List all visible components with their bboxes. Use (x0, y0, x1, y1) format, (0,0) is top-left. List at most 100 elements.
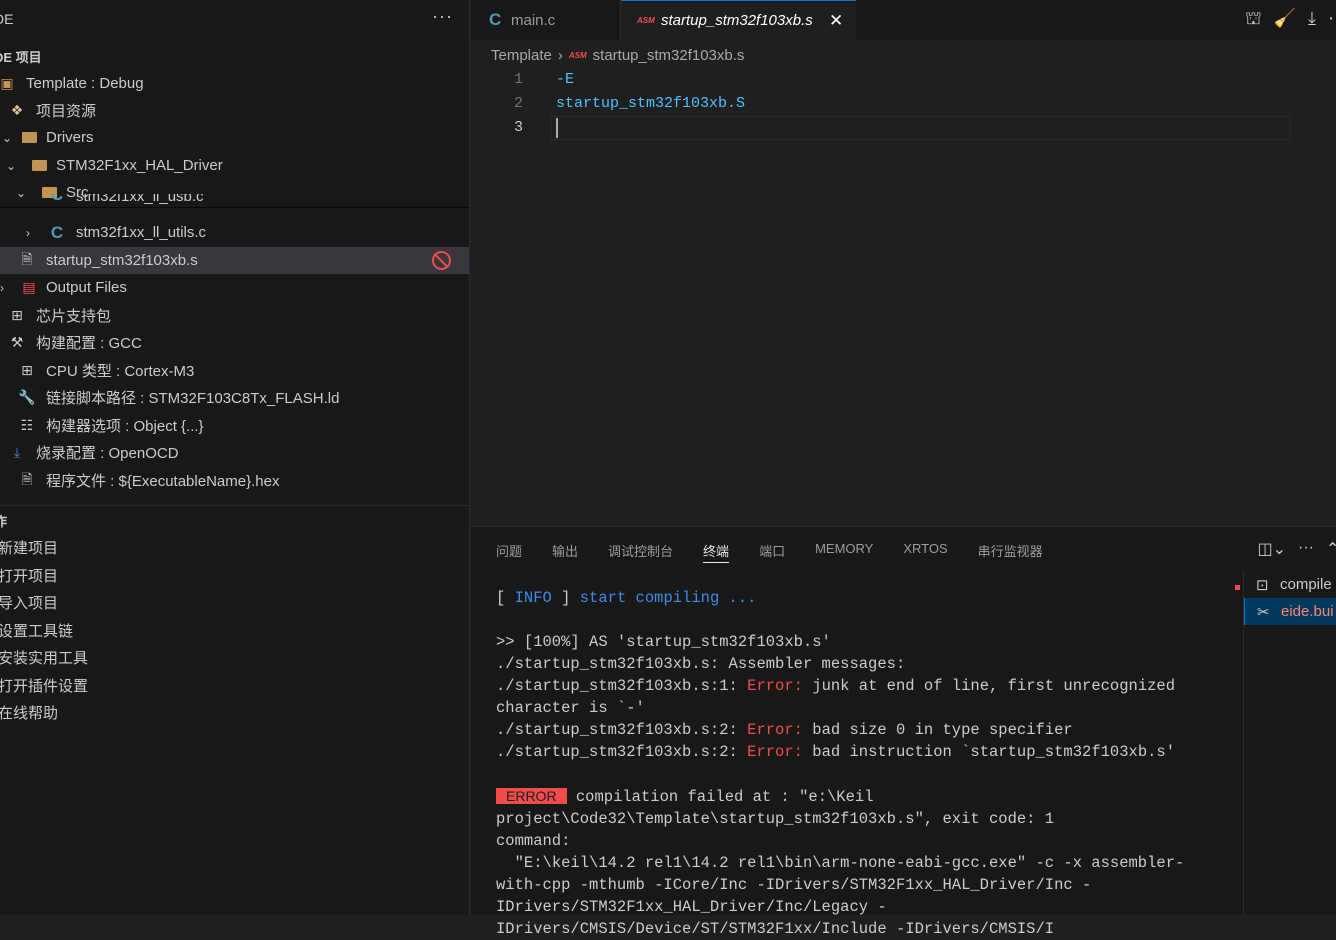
tree-item-output-files[interactable]: › ▤ Output Files (0, 274, 469, 301)
tree-item-ll-usb[interactable]: C stm32f1xx_ll_usb.c (0, 194, 469, 208)
tree-item-startup-asm[interactable]: 🗎 startup_stm32f103xb.s (0, 247, 469, 274)
output-files-icon: ▤ (22, 279, 36, 295)
tab-output[interactable]: 输出 (552, 541, 578, 563)
tab-terminal[interactable]: 终端 (703, 541, 730, 563)
tree-item-build-config[interactable]: ⚒ 构建配置 : GCC (0, 329, 469, 356)
project-section-title[interactable]: DE 项目 (0, 47, 42, 66)
more-icon[interactable]: ⋯ (1328, 8, 1336, 32)
chevron-down-icon: ⌄ (2, 130, 13, 145)
line-number: 3 (513, 119, 523, 136)
op-online-help[interactable]: 在线帮助 (0, 702, 58, 723)
asm-file-icon: ASM (637, 16, 655, 25)
op-open-plugin-settings[interactable]: 打开插件设置 (0, 675, 88, 696)
folder-icon (30, 157, 48, 175)
chevron-up-icon[interactable]: ⌃ (1326, 539, 1336, 559)
error-message: bad instruction `startup_stm32f103xb.s' (802, 743, 1176, 761)
tree-item-drivers[interactable]: ⌄ Drivers (0, 124, 469, 151)
build-icon[interactable]: ⛫ (1245, 8, 1262, 32)
error-message: bad size 0 in type specifier (802, 721, 1073, 739)
wrench-icon: 🔧 (18, 389, 36, 405)
op-open-project[interactable]: 打开项目 (0, 565, 58, 586)
terminal-item-compile[interactable]: ⊡ compile (1244, 571, 1336, 598)
text-cursor (556, 118, 558, 138)
folder-icon (20, 129, 38, 147)
tree-item-label: Template : Debug (26, 75, 144, 92)
tree-item-linker-script[interactable]: 🔧 链接脚本路径 : STM32F103C8Tx_FLASH.ld (0, 384, 469, 411)
excluded-icon[interactable] (432, 251, 451, 270)
error-location: ./startup_stm32f103xb.s:1: (496, 677, 748, 695)
op-set-toolchain[interactable]: 设置工具链 (0, 620, 73, 641)
editor-area: C main.c ASM startup_stm32f103xb.s ✕ ⛫ 🧹… (471, 0, 1336, 525)
operations-section-title[interactable]: 作 (0, 511, 7, 530)
breadcrumb-item[interactable]: Template (491, 47, 552, 64)
breadcrumb-item[interactable]: startup_stm32f103xb.s (593, 47, 745, 64)
asm-file-icon: 🗎 (21, 250, 33, 267)
op-new-project[interactable]: 新建项目 (0, 537, 58, 558)
tab-xrtos[interactable]: XRTOS (903, 541, 947, 563)
tab-serial-monitor[interactable]: 串行监视器 (978, 541, 1043, 563)
line-text: -E (556, 71, 575, 88)
tree-item-label: Output Files (46, 279, 127, 296)
tree-item-label: Drivers (46, 129, 94, 146)
tab-debug-console[interactable]: 调试控制台 (608, 541, 673, 563)
tab-main-c[interactable]: C main.c (471, 0, 621, 40)
more-actions-icon[interactable]: ··· (432, 6, 453, 27)
terminal-item-label: eide.bui (1281, 603, 1334, 620)
cpu-icon: ⊞ (21, 362, 33, 378)
line-text: startup_stm32f103xb.S (556, 95, 746, 112)
tree-item-project[interactable]: ▣ Template : Debug (0, 70, 469, 97)
term-text: ./startup_stm32f103xb.s: Assembler messa… (496, 655, 906, 673)
op-import-project[interactable]: 导入项目 (0, 592, 58, 613)
c-file-icon: C (50, 222, 64, 242)
current-line-highlight (551, 116, 1291, 140)
resources-icon: ❖ (10, 102, 24, 118)
bottom-panel: 问题 输出 调试控制台 终端 端口 MEMORY XRTOS 串行监视器 ◫⌄ … (471, 526, 1336, 938)
panel-actions: ◫⌄ ··· ⌃ (1257, 539, 1336, 559)
terminal-item-eide-build[interactable]: ✂ eide.bui (1244, 598, 1336, 625)
tab-problems[interactable]: 问题 (496, 541, 522, 563)
info-message: start compiling ... (579, 589, 757, 607)
panel-tabs: 问题 输出 调试控制台 终端 端口 MEMORY XRTOS 串行监视器 (496, 541, 1073, 563)
tree-item-cpu-type[interactable]: ⊞ CPU 类型 : Cortex-M3 (0, 357, 469, 384)
clean-icon[interactable]: 🧹 (1274, 8, 1296, 32)
term-text: command: (496, 832, 571, 850)
error-badge: ERROR (496, 788, 567, 804)
tree-item-label: 烧录配置 : OpenOCD (36, 445, 179, 462)
op-install-utilities[interactable]: 安装实用工具 (0, 647, 88, 668)
tree-item-program-file[interactable]: 🗎 程序文件 : ${ExecutableName}.hex (0, 467, 469, 494)
error-tag: Error: (747, 677, 803, 695)
tab-memory[interactable]: MEMORY (815, 541, 873, 563)
tree-item-label: 构建器选项 : Object {...} (46, 418, 204, 435)
sidebar-title: DE (0, 11, 14, 27)
close-icon[interactable]: ✕ (829, 11, 843, 31)
sticky-scroll-shadow (0, 207, 469, 208)
c-file-icon: C (489, 10, 502, 29)
tree-item-chip-package[interactable]: ⊞ 芯片支持包 (0, 302, 469, 329)
asm-file-icon: ASM (568, 51, 587, 60)
tree-item-label: stm32f1xx_ll_utils.c (76, 224, 207, 241)
tree-item-ll-utils[interactable]: › C stm32f1xx_ll_utils.c (0, 219, 469, 246)
code-editor[interactable]: 1 -E 2 startup_stm32f103xb.S 3 (471, 68, 1336, 140)
tree-item-label: 芯片支持包 (36, 308, 112, 325)
tree-item-flash-config[interactable]: ⤓ 烧录配置 : OpenOCD (0, 439, 469, 466)
terminal-item-label: compile (1280, 576, 1332, 593)
error-location: ./startup_stm32f103xb.s:2: (496, 743, 748, 761)
term-text: >> [100%] AS 'startup_stm32f103xb.s' (496, 633, 831, 651)
code-line: 1 -E (471, 68, 1336, 92)
line-number: 1 (513, 71, 523, 88)
code-line-current: 3 (471, 116, 1336, 140)
tab-startup-asm[interactable]: ASM startup_stm32f103xb.s ✕ (621, 0, 856, 40)
chip-icon: ⊞ (11, 307, 23, 323)
tree-item-hal-driver[interactable]: ⌄ STM32F1xx_HAL_Driver (0, 152, 469, 179)
tree-item-label: 构建配置 : GCC (36, 335, 142, 352)
split-terminal-icon[interactable]: ◫⌄ (1257, 539, 1286, 559)
terminal-output[interactable]: [ INFO ] start compiling ... >> [100%] A… (496, 587, 1226, 940)
tree-item-builder-options[interactable]: ☷ 构建器选项 : Object {...} (0, 412, 469, 439)
tree-item-resources[interactable]: ❖ 项目资源 (0, 97, 469, 124)
more-actions-icon[interactable]: ··· (1298, 539, 1314, 559)
line-number: 2 (513, 95, 523, 112)
chevron-right-icon: › (0, 280, 4, 295)
tab-ports[interactable]: 端口 (759, 541, 785, 563)
section-divider (0, 505, 469, 506)
flash-download-icon[interactable]: ⤓ (1308, 8, 1316, 32)
